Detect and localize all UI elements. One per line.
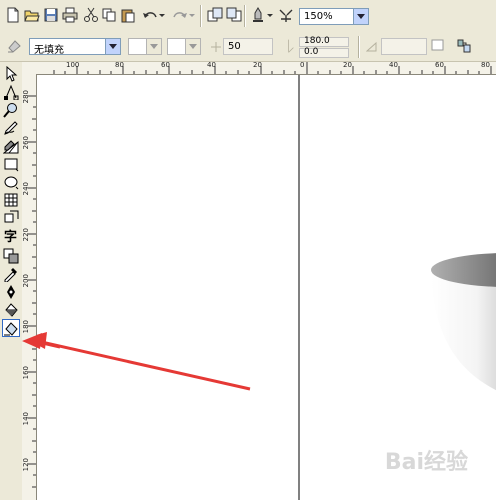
ruler-label: 120 xyxy=(22,458,30,472)
zoom-level-combo[interactable]: 150% xyxy=(299,8,369,25)
angle-field[interactable]: 180.0 xyxy=(299,36,349,47)
ruler-label: 40 xyxy=(389,62,398,69)
toolbar-separator xyxy=(200,5,202,27)
ruler-label: 80 xyxy=(481,62,490,69)
freehand-tool-icon[interactable] xyxy=(3,120,19,136)
horizontal-ruler[interactable]: 100 80 60 40 20 0 20 40 60 80 xyxy=(37,62,496,75)
zoom-tool-icon[interactable] xyxy=(3,102,19,118)
cut-icon[interactable] xyxy=(83,7,99,23)
interactive-blend-tool-icon[interactable] xyxy=(3,248,19,264)
undo-dropdown-icon[interactable] xyxy=(158,7,166,23)
print-icon[interactable] xyxy=(62,7,78,23)
ruler-label: 240 xyxy=(22,182,30,196)
ruler-label: 80 xyxy=(115,62,124,69)
ruler-label: 220 xyxy=(22,228,30,242)
app-launcher-dropdown-icon[interactable] xyxy=(266,7,274,23)
midpoint-field[interactable] xyxy=(381,38,427,55)
fill-tool-icon[interactable] xyxy=(3,302,19,318)
outline-pen-tool-icon[interactable] xyxy=(3,284,19,300)
ruler-label: 60 xyxy=(161,62,170,69)
fill-steps-spinner[interactable]: 50 xyxy=(223,38,273,55)
export-icon[interactable] xyxy=(226,7,242,23)
last-color-picker[interactable] xyxy=(167,38,201,55)
drawing-canvas[interactable]: Bai经验 xyxy=(37,75,496,500)
watermark-text: Bai经验 xyxy=(384,450,468,475)
ruler-label: 100 xyxy=(66,62,80,69)
midpoint-icon xyxy=(366,39,378,55)
edge-pad-field[interactable]: 0.0 xyxy=(299,47,349,58)
toolbar-separator xyxy=(244,5,246,27)
zoom-level-value: 150% xyxy=(304,11,333,22)
ruler-label: 40 xyxy=(207,62,216,69)
shape-tool-icon[interactable] xyxy=(3,84,19,101)
toolbox: 字 xyxy=(0,62,23,500)
fill-steps-value: 50 xyxy=(228,41,241,52)
paste-icon[interactable] xyxy=(120,7,136,23)
redo-dropdown-icon[interactable] xyxy=(188,7,196,23)
toolbar-separator xyxy=(358,36,360,58)
ruler-label: 60 xyxy=(435,62,444,69)
arrow-head-overlay xyxy=(22,333,60,349)
chevron-down-icon[interactable] xyxy=(353,9,368,24)
reset-fill-icon[interactable] xyxy=(431,37,445,53)
first-color-picker[interactable] xyxy=(128,38,162,55)
rectangle-tool-icon[interactable] xyxy=(3,156,19,172)
svg-text:字: 字 xyxy=(4,229,17,244)
canvas-drawing xyxy=(37,75,496,500)
smart-fill-tool-icon[interactable] xyxy=(2,138,19,154)
ruler-label: 260 xyxy=(22,136,30,150)
horizontal-ruler-ticks xyxy=(53,62,492,74)
fill-steps-icon xyxy=(210,39,222,55)
standard-toolbar: 150% xyxy=(0,0,496,34)
save-icon[interactable] xyxy=(43,7,59,23)
angle-value: 180.0 xyxy=(304,36,330,46)
chevron-down-icon[interactable] xyxy=(105,39,120,54)
ruler-label: 0 xyxy=(300,62,305,69)
eyedropper-tool-icon[interactable] xyxy=(3,266,19,283)
new-file-icon[interactable] xyxy=(5,7,21,23)
copy-icon[interactable] xyxy=(101,7,117,23)
ruler-label: 20 xyxy=(343,62,352,69)
fill-type-value: 无填充 xyxy=(34,45,64,56)
import-icon[interactable] xyxy=(207,7,223,23)
copy-fill-properties-icon[interactable] xyxy=(456,38,472,54)
graph-paper-tool-icon[interactable] xyxy=(3,192,19,208)
ruler-label: 280 xyxy=(22,90,30,104)
angle-icon xyxy=(286,36,296,56)
interactive-fill-tool-icon[interactable] xyxy=(2,319,20,337)
edge-pad-value: 0.0 xyxy=(304,47,319,57)
text-tool-icon[interactable]: 字 xyxy=(3,228,19,245)
ruler-label: 160 xyxy=(22,366,30,380)
app-launcher-icon[interactable] xyxy=(250,7,266,23)
vertical-ruler[interactable]: 280 260 240 220 200 180 160 140 120 xyxy=(22,74,37,500)
bowl-body[interactable] xyxy=(431,270,496,395)
undo-icon[interactable] xyxy=(142,7,158,23)
pick-tool-icon[interactable] xyxy=(3,65,19,82)
redo-icon[interactable] xyxy=(172,7,188,23)
interactive-fill-icon[interactable] xyxy=(6,38,22,54)
ruler-label: 140 xyxy=(22,412,30,426)
welcome-icon[interactable] xyxy=(278,7,294,23)
basic-shapes-tool-icon[interactable] xyxy=(3,210,19,226)
fill-type-select[interactable]: 无填充 xyxy=(29,38,121,56)
ruler-label: 20 xyxy=(253,62,262,69)
open-icon[interactable] xyxy=(24,7,40,23)
ruler-label: 200 xyxy=(22,274,30,288)
chevron-down-icon[interactable] xyxy=(185,39,200,54)
annotation-arrow-shaft xyxy=(37,339,251,391)
chevron-down-icon[interactable] xyxy=(146,39,161,54)
ellipse-tool-icon[interactable] xyxy=(3,174,19,190)
property-bar: 无填充 50 180.0 0.0 xyxy=(0,33,496,62)
